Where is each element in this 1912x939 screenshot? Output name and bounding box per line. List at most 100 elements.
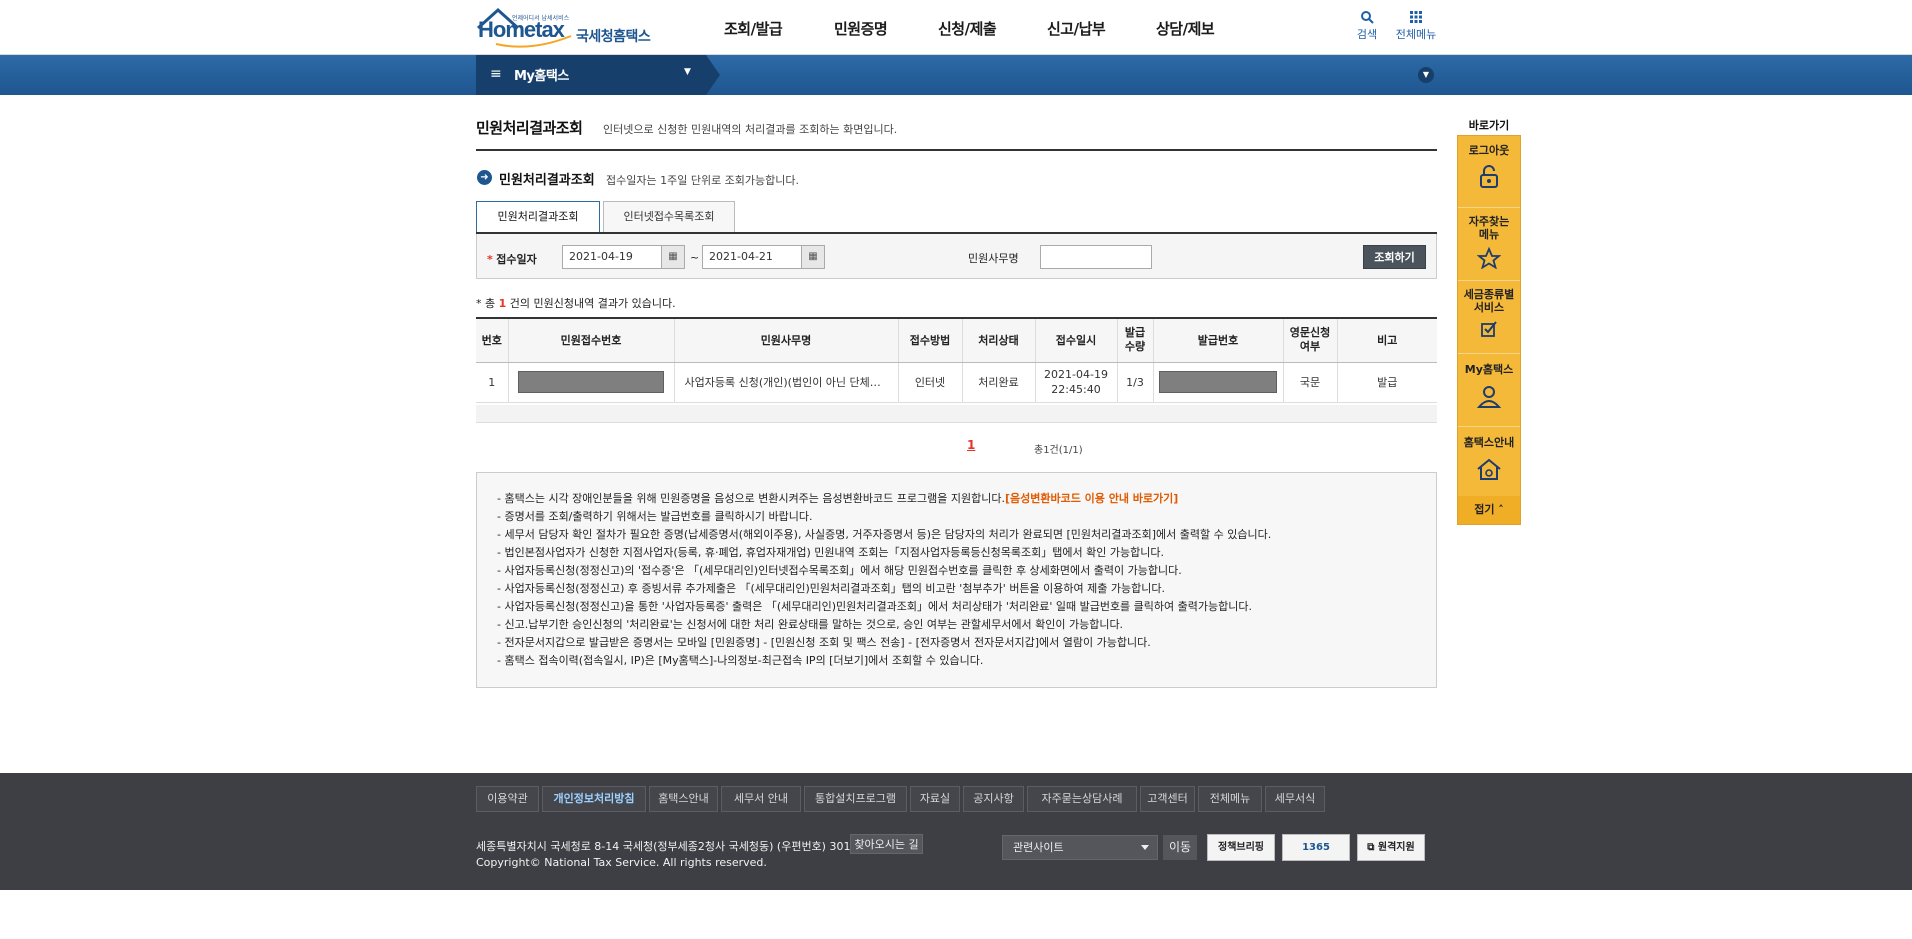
search-button[interactable]: 조회하기: [1363, 245, 1426, 269]
header-search-button[interactable]: 검색: [1352, 10, 1382, 42]
notice-item: 홈택스 접속이력(접속일시, IP)은 [My홈택스]-나의정보-최근접속 IP…: [497, 652, 1436, 670]
cell-issue-no[interactable]: [1152, 362, 1283, 403]
footer-link-installer[interactable]: 통합설치프로그램: [804, 786, 907, 812]
table-header-row: 번호 민원접수번호 민원사무명 접수방법 처리상태 접수일시 발급 수량 발급번…: [476, 317, 1437, 363]
notice-item: 증명서를 조회/출력하기 위해서는 발급번호를 클릭하시기 바랍니다.: [497, 508, 1436, 526]
table-row: 1 사업자등록 신청(개인)(법인이 아닌 단체… 인터넷 처리완료 2021-…: [476, 362, 1437, 403]
nav-civil-certificate[interactable]: 민원증명: [834, 18, 888, 39]
page-description: 인터넷으로 신청한 민원내역의 처리결과를 조회하는 화면입니다.: [603, 123, 898, 136]
quick-my-hometax[interactable]: My홈택스: [1458, 355, 1520, 427]
quick-logout[interactable]: 로그아웃: [1458, 136, 1520, 208]
remote-support-icon: ⧉: [1367, 842, 1378, 853]
page-number-link[interactable]: 1: [967, 438, 975, 452]
nav-consult-report[interactable]: 상담/제보: [1156, 18, 1215, 39]
hometax-logo[interactable]: Hometax 국세청홈택스 언제어디서 납세서비스: [476, 6, 666, 48]
notice-item: 법인본점사업자가 신청한 지점사업자(등록, 휴·폐업, 휴업자재개업) 민원내…: [497, 544, 1436, 562]
redacted-block: [1159, 371, 1277, 393]
footer-link-taxoffice[interactable]: 세무서 안내: [721, 786, 801, 812]
logo-subtitle: 국세청홈택스: [576, 29, 651, 45]
footer-link-notice[interactable]: 공지사항: [963, 786, 1024, 812]
cell-qty: 1/3: [1116, 362, 1153, 403]
notice-item: 전자문서지갑으로 발급받은 증명서는 모바일 [민원증명] - [민원신청 조회…: [497, 634, 1436, 652]
notice-item: 사업자등록신청(정정신고) 후 증빙서류 추가제출은 「(세무대리인)민원처리결…: [497, 580, 1436, 598]
quick-tax-service[interactable]: 세금종류별 서비스: [1458, 282, 1520, 354]
cell-service-name: 사업자등록 신청(개인)(법인이 아닌 단체…: [673, 362, 898, 403]
result-table: 번호 민원접수번호 민원사무명 접수방법 처리상태 접수일시 발급 수량 발급번…: [476, 317, 1437, 403]
footer-copyright: Copyright© National Tax Service. All rig…: [476, 856, 767, 869]
chevron-up-icon: ˄: [1494, 503, 1504, 516]
chevron-down-icon[interactable]: ▼: [1418, 67, 1434, 83]
col-status: 처리상태: [961, 317, 1035, 363]
cell-lang: 국문: [1282, 362, 1337, 403]
tab-internet-receipt-list[interactable]: 인터넷접수목록조회: [603, 201, 735, 233]
checkbox-icon: [1481, 321, 1497, 337]
notice-box: 홈택스는 시각 장애인분들을 위해 민원증명을 음성으로 변환시켜주는 음성변환…: [476, 472, 1437, 688]
result-prefix: * 총: [476, 297, 499, 310]
footer-link-terms[interactable]: 이용약관: [476, 786, 539, 812]
section-title: 민원처리결과조회: [499, 173, 595, 188]
remote-support-badge[interactable]: ⧉ 원격지원: [1357, 834, 1425, 861]
cell-note[interactable]: 발급: [1336, 362, 1437, 403]
my-hometax-dropdown[interactable]: ≡ My홈택스 ▼: [476, 55, 720, 95]
footer-link-center[interactable]: 고객센터: [1140, 786, 1195, 812]
find-way-button[interactable]: 찾아오시는 길: [850, 834, 923, 854]
date-label: 접수일자: [496, 253, 537, 266]
redacted-block: [518, 371, 664, 393]
col-datetime: 접수일시: [1034, 317, 1117, 363]
page-title: 민원처리결과조회: [476, 119, 583, 137]
calendar-icon[interactable]: ▦: [661, 245, 685, 269]
grid-menu-icon: [1410, 11, 1422, 23]
barcode-guide-link[interactable]: [음성변환바코드 이용 안내 바로가기]: [1005, 492, 1178, 505]
cell-receipt-no[interactable]: [507, 362, 674, 403]
date-from-input[interactable]: 2021-04-19: [562, 245, 662, 269]
my-hometax-bar: ≡ My홈택스 ▼ ▼: [0, 55, 1912, 95]
cell-no: 1: [476, 362, 508, 403]
header-menu-button[interactable]: 전체메뉴: [1394, 10, 1438, 42]
quick-logout-label: 로그아웃: [1468, 144, 1510, 157]
date-to-input[interactable]: 2021-04-21: [702, 245, 802, 269]
page-total: 총1건(1/1): [1034, 445, 1083, 456]
cell-date: 2021-04-19: [1044, 368, 1108, 381]
footer-address: 세종특별자치시 국세청로 8-14 국세청(정부세종2청사 국세청동) (우편번…: [476, 840, 865, 853]
hamburger-icon: ≡: [490, 66, 502, 82]
caret-down-icon: ▼: [684, 67, 691, 77]
quick-my-hometax-label: My홈택스: [1464, 363, 1514, 376]
volunteer-1365-badge[interactable]: 1365: [1282, 834, 1350, 861]
arrow-right-icon: ➜: [477, 170, 492, 185]
nav-report-pay[interactable]: 신고/납부: [1047, 18, 1106, 39]
cell-status: 처리완료: [961, 362, 1035, 403]
col-english: 영문신청 여부: [1282, 317, 1337, 363]
notice-item: 신고.납부기한 승인신청의 '처리완료'는 신청서에 대한 처리 완료상태를 말…: [497, 616, 1436, 634]
tab-result-inquiry[interactable]: 민원처리결과조회: [476, 201, 600, 233]
required-mark: *: [487, 253, 493, 266]
policy-briefing-badge[interactable]: 정책브리핑: [1207, 834, 1275, 861]
result-suffix: 건의 민원신청내역 결과가 있습니다.: [506, 297, 676, 310]
footer-link-guide[interactable]: 홈택스안내: [649, 786, 718, 812]
footer-link-privacy[interactable]: 개인정보처리방침: [542, 786, 646, 812]
col-note: 비고: [1336, 317, 1437, 363]
footer-link-faq[interactable]: 자주묻는상담사례: [1027, 786, 1137, 812]
cell-method: 인터넷: [897, 362, 962, 403]
all-menu-label: 전체메뉴: [1395, 28, 1437, 41]
footer-link-archive[interactable]: 자료실: [910, 786, 960, 812]
service-name-input[interactable]: [1040, 245, 1152, 269]
service-name-label: 민원사무명: [968, 252, 1019, 265]
table-scroll-area[interactable]: [476, 405, 1437, 423]
go-button[interactable]: 이동: [1163, 835, 1197, 860]
quick-fold-button[interactable]: 접기 ˄: [1458, 496, 1520, 524]
quick-hometax-guide[interactable]: 홈택스안내: [1458, 428, 1520, 496]
footer-link-all-menu[interactable]: 전체메뉴: [1198, 786, 1262, 812]
bar-arrow: [706, 55, 720, 95]
nav-apply-submit[interactable]: 신청/제출: [938, 18, 997, 39]
result-count: * 총 1 건의 민원신청내역 결과가 있습니다.: [476, 295, 676, 311]
col-issue-no: 발급번호: [1152, 317, 1283, 363]
user-icon: [1476, 386, 1502, 408]
star-icon: [1477, 247, 1501, 269]
calendar-icon[interactable]: ▦: [801, 245, 825, 269]
nav-inquiry-issue[interactable]: 조회/발급: [724, 18, 783, 39]
date-separator: ~: [690, 251, 700, 264]
related-site-select[interactable]: 관련사이트: [1002, 835, 1158, 860]
notice-item: 사업자등록신청(정정신고)을 통한 '사업자등록증' 출력은 「(세무대리인)민…: [497, 598, 1436, 616]
footer-link-forms[interactable]: 세무서식: [1265, 786, 1325, 812]
quick-favorites[interactable]: 자주찾는 메뉴: [1458, 209, 1520, 281]
